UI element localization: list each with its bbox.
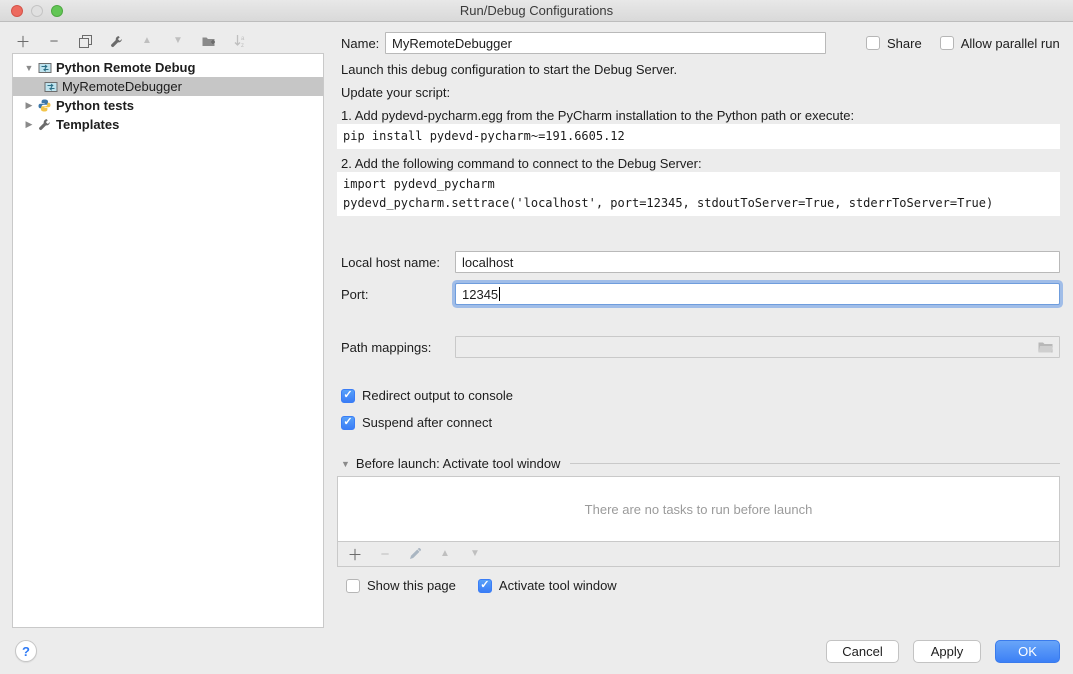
port-input[interactable]: 12345 — [455, 283, 1060, 305]
svg-text:z: z — [241, 43, 244, 48]
sort-alphabetically-icon[interactable]: az — [231, 32, 249, 50]
tree-item-label: Python Remote Debug — [56, 60, 195, 75]
share-checkbox-label: Share — [887, 36, 922, 51]
copy-configuration-icon[interactable] — [76, 32, 94, 50]
tree-item-label: MyRemoteDebugger — [62, 79, 182, 94]
show-this-page-checkbox-box[interactable] — [346, 579, 360, 593]
path-mappings-input[interactable] — [455, 336, 1060, 358]
close-window-button[interactable] — [11, 5, 23, 17]
move-task-up-icon[interactable]: ▲ — [436, 545, 454, 563]
remote-debug-config-icon — [37, 61, 52, 75]
edit-defaults-wrench-icon[interactable] — [107, 32, 125, 50]
activate-tool-window-checkbox-box[interactable]: ✓ — [478, 579, 492, 593]
port-row: Port: 12345 — [341, 283, 1060, 305]
move-task-down-icon[interactable]: ▼ — [466, 545, 484, 563]
task-list-toolbar: ＋ − ▲ ▼ — [337, 542, 1060, 567]
remote-debug-config-icon — [43, 80, 58, 94]
share-checkbox-box[interactable] — [866, 36, 880, 50]
help-button-label: ? — [22, 644, 30, 659]
allow-parallel-run-checkbox[interactable]: Allow parallel run — [940, 36, 1060, 51]
path-mappings-row: Path mappings: — [341, 336, 1060, 358]
before-launch-section-header[interactable]: ▼ Before launch: Activate tool window — [341, 456, 1060, 471]
svg-text:a: a — [241, 36, 245, 42]
zoom-window-button[interactable] — [51, 5, 63, 17]
tree-item-python-remote-debug[interactable]: ▼ Python Remote Debug — [13, 58, 323, 77]
collapse-caret-icon[interactable]: ▼ — [21, 63, 37, 73]
configurations-toolbar: ＋ − ▲ ▼ az — [14, 30, 249, 52]
tree-item-python-tests[interactable]: ▶ Python tests — [13, 96, 323, 115]
page-options-row: Show this page ✓ Activate tool window — [346, 578, 617, 593]
redirect-output-checkbox-box[interactable]: ✓ — [341, 389, 355, 403]
browse-folder-icon[interactable] — [1038, 341, 1053, 353]
port-value: 12345 — [462, 287, 498, 302]
collapse-caret-icon[interactable]: ▼ — [341, 459, 350, 469]
no-tasks-message: There are no tasks to run before launch — [585, 502, 813, 517]
port-label: Port: — [341, 287, 455, 302]
expand-caret-icon[interactable]: ▶ — [21, 119, 37, 130]
text-cursor — [499, 287, 500, 301]
name-value: MyRemoteDebugger — [392, 36, 512, 51]
remove-task-icon[interactable]: − — [376, 545, 394, 563]
local-host-label: Local host name: — [341, 255, 455, 270]
tree-item-templates[interactable]: ▶ Templates — [13, 115, 323, 134]
redirect-output-label: Redirect output to console — [362, 388, 513, 403]
dialog-buttons: Cancel Apply OK — [826, 640, 1060, 663]
suspend-after-connect-label: Suspend after connect — [362, 415, 492, 430]
configurations-tree: ▼ Python Remote Debug MyRemoteDebugger ▶… — [12, 53, 324, 628]
name-input[interactable]: MyRemoteDebugger — [385, 32, 826, 54]
activate-tool-window-label: Activate tool window — [499, 578, 617, 593]
configuration-form: Name: MyRemoteDebugger Share Allow paral… — [337, 0, 1060, 674]
edit-task-pencil-icon[interactable] — [406, 545, 424, 563]
add-configuration-icon[interactable]: ＋ — [14, 32, 32, 50]
run-debug-configurations-dialog: Run/Debug Configurations ＋ − ▲ ▼ az ▼ Py… — [0, 0, 1073, 674]
settrace-code-line-2: pydevd_pycharm.settrace('localhost', por… — [343, 196, 993, 210]
before-launch-task-list[interactable]: There are no tasks to run before launch — [337, 476, 1060, 542]
traffic-lights — [11, 5, 63, 17]
minimize-window-button[interactable] — [31, 5, 43, 17]
settrace-code: import pydevd_pycharm pydevd_pycharm.sett… — [337, 172, 1060, 216]
step-2-text: 2. Add the following command to connect … — [341, 156, 702, 171]
new-folder-icon[interactable] — [200, 32, 218, 50]
tree-item-label: Templates — [56, 117, 119, 132]
activate-tool-window-checkbox[interactable]: ✓ Activate tool window — [478, 578, 617, 593]
allow-parallel-run-checkbox-box[interactable] — [940, 36, 954, 50]
tree-item-myremotedebugger[interactable]: MyRemoteDebugger — [13, 77, 323, 96]
help-button[interactable]: ? — [15, 640, 37, 662]
show-this-page-checkbox[interactable]: Show this page — [346, 578, 456, 593]
local-host-value: localhost — [462, 255, 513, 270]
intro-line-1: Launch this debug configuration to start… — [341, 62, 677, 77]
local-host-row: Local host name: localhost — [341, 251, 1060, 273]
local-host-input[interactable]: localhost — [455, 251, 1060, 273]
move-up-icon[interactable]: ▲ — [138, 32, 156, 50]
step-1-text: 1. Add pydevd-pycharm.egg from the PyCha… — [341, 108, 854, 123]
tree-item-label: Python tests — [56, 98, 134, 113]
cancel-button[interactable]: Cancel — [826, 640, 899, 663]
python-icon — [37, 99, 52, 113]
suspend-after-connect-checkbox-box[interactable]: ✓ — [341, 416, 355, 430]
ok-button[interactable]: OK — [995, 640, 1060, 663]
redirect-output-checkbox[interactable]: ✓ Redirect output to console — [341, 388, 513, 403]
allow-parallel-run-label: Allow parallel run — [961, 36, 1060, 51]
intro-line-2: Update your script: — [341, 85, 450, 100]
move-down-icon[interactable]: ▼ — [169, 32, 187, 50]
name-row: Name: MyRemoteDebugger Share Allow paral… — [341, 32, 1060, 54]
suspend-after-connect-checkbox[interactable]: ✓ Suspend after connect — [341, 415, 492, 430]
settrace-code-line-1: import pydevd_pycharm — [343, 177, 495, 191]
path-mappings-label: Path mappings: — [341, 340, 455, 355]
apply-button[interactable]: Apply — [913, 640, 981, 663]
expand-caret-icon[interactable]: ▶ — [21, 100, 37, 111]
add-task-icon[interactable]: ＋ — [346, 545, 364, 563]
remove-configuration-icon[interactable]: − — [45, 32, 63, 50]
share-checkbox[interactable]: Share — [866, 36, 922, 51]
before-launch-title: Before launch: Activate tool window — [356, 456, 561, 471]
wrench-icon — [37, 118, 52, 132]
pip-install-code: pip install pydevd-pycharm~=191.6605.12 — [337, 124, 1060, 149]
show-this-page-label: Show this page — [367, 578, 456, 593]
section-divider — [570, 463, 1060, 464]
name-label: Name: — [341, 36, 385, 51]
